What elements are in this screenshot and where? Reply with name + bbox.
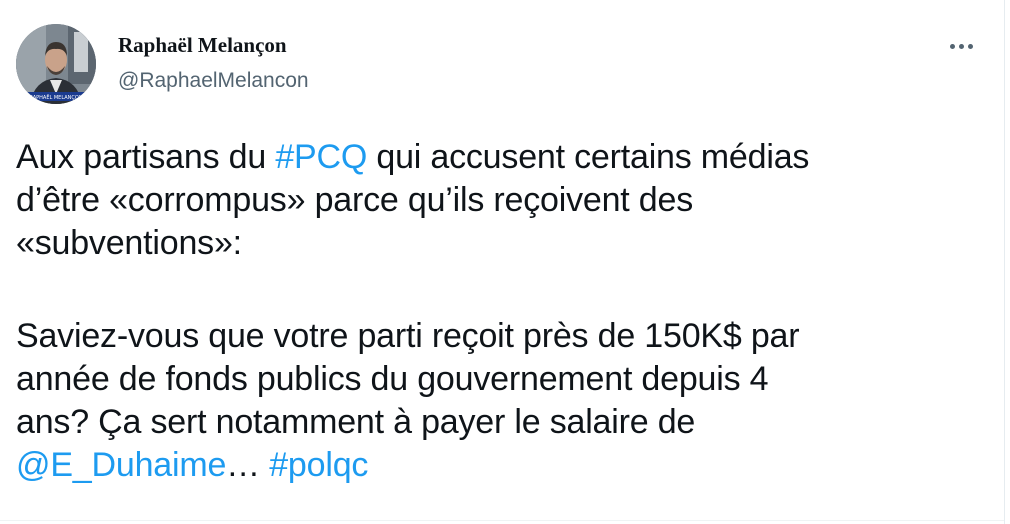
more-horizontal-icon <box>967 43 973 49</box>
avatar-photo: RAPHAËL MELANÇON <box>16 24 96 104</box>
text-segment: qui accusent certains médias <box>367 138 810 176</box>
tweet-text-line: Saviez-vous que votre parti reçoit près … <box>16 317 800 355</box>
tweet-text-line: Aux partisans du #PCQ qui accusent certa… <box>16 136 986 179</box>
divider <box>0 520 1004 521</box>
more-horizontal-icon <box>958 43 964 49</box>
hashtag-link[interactable]: #polqc <box>269 446 368 484</box>
avatar-caption: RAPHAËL MELANÇON <box>29 94 82 101</box>
tweet-text-line: d’être «corrompus» parce qu’ils reçoiven… <box>16 181 694 219</box>
tweet-text-line: «subventions»: <box>16 224 242 262</box>
author-handle[interactable]: @RaphaelMelancon <box>118 69 309 93</box>
tweet-text: Aux partisans du #PCQ qui accusent certa… <box>16 136 986 487</box>
author-display-name[interactable]: Raphaël Melançon <box>118 33 287 58</box>
text-segment: Aux partisans du <box>16 138 276 176</box>
avatar[interactable]: RAPHAËL MELANÇON <box>16 24 96 104</box>
divider <box>1004 0 1005 524</box>
tweet-text-line: ans? Ça sert notamment à payer le salair… <box>16 403 696 441</box>
more-horizontal-icon <box>949 43 955 49</box>
mention-link[interactable]: @E_Duhaime <box>16 446 226 484</box>
text-segment: … <box>226 446 270 484</box>
hashtag-link[interactable]: #PCQ <box>275 138 367 176</box>
tweet-text-line: année de fonds publics du gouvernement d… <box>16 360 769 398</box>
tweet-card: RAPHAËL MELANÇON Raphaël Melançon @Rapha… <box>0 0 1004 524</box>
more-options-button[interactable] <box>943 32 979 60</box>
tweet-text-line: @E_Duhaime… #polqc <box>16 444 986 487</box>
